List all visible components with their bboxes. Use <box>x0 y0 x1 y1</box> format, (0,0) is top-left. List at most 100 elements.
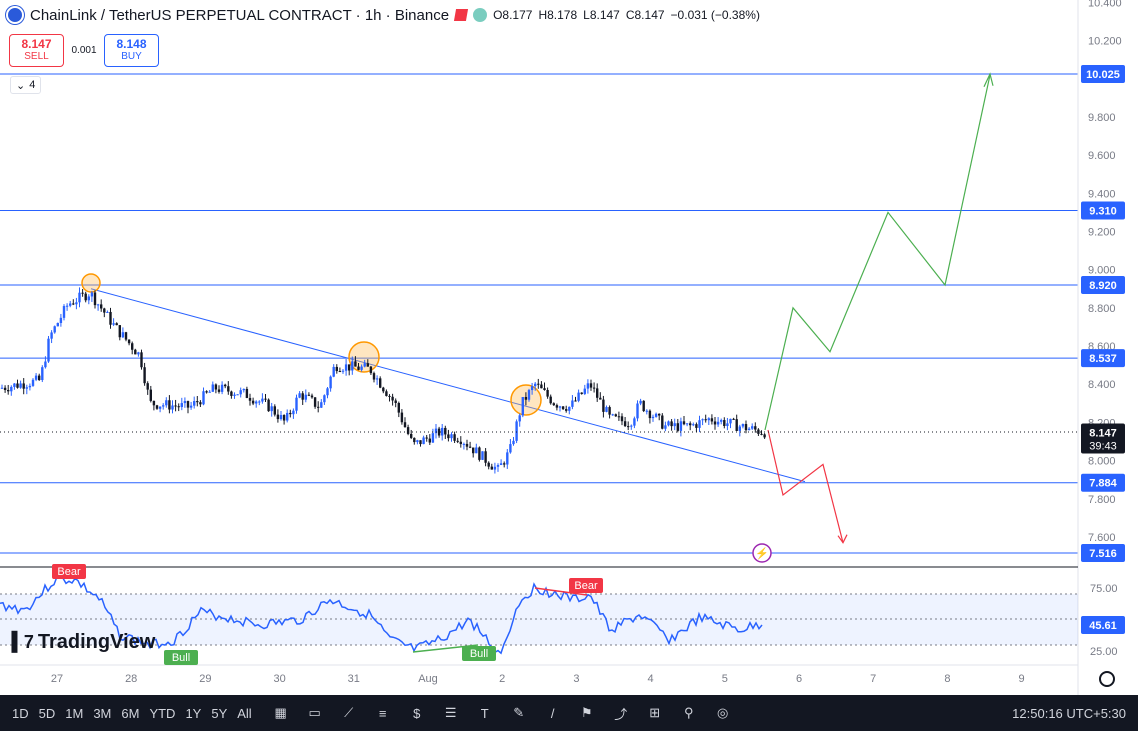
rectangle-icon[interactable]: ▭ <box>304 702 326 724</box>
candle <box>503 461 506 468</box>
range-ytd[interactable]: YTD <box>149 706 175 721</box>
lines-icon[interactable]: ☰ <box>440 702 462 724</box>
candle <box>670 419 673 431</box>
candle <box>267 398 270 412</box>
fib-icon[interactable]: ≡ <box>372 702 394 724</box>
candle <box>627 421 630 431</box>
range-1m[interactable]: 1M <box>65 706 83 721</box>
brush-icon[interactable]: ✎ <box>508 702 530 724</box>
candle <box>431 428 435 444</box>
currency-icon[interactable]: $ <box>406 702 428 724</box>
clock[interactable]: 12:50:16 UTC+5:30 <box>1012 706 1126 721</box>
range-all[interactable]: All <box>237 706 251 721</box>
candle <box>382 386 385 394</box>
range-6m[interactable]: 6M <box>121 706 139 721</box>
candle-body <box>165 400 168 406</box>
candle-body <box>596 388 599 398</box>
candle-body <box>214 384 218 390</box>
calendar-icon[interactable]: ▦ <box>270 702 292 724</box>
price-level-badge: 8.920 <box>1081 275 1125 294</box>
candle-body <box>379 378 382 388</box>
candle-body <box>689 423 692 426</box>
candle-body <box>183 401 187 404</box>
candle-body <box>248 397 252 401</box>
candle-body <box>44 361 47 368</box>
candle <box>372 371 376 383</box>
trendline[interactable] <box>90 288 806 483</box>
candle <box>264 394 267 402</box>
range-1d[interactable]: 1D <box>12 706 29 721</box>
candle <box>552 402 555 406</box>
indicators-toggle[interactable]: ⌄ 4 <box>10 76 42 94</box>
candle-body <box>127 339 131 344</box>
bullish-projection-path[interactable] <box>764 74 991 431</box>
candle-body <box>744 424 748 431</box>
candle <box>437 426 441 438</box>
flag-icon[interactable] <box>454 9 469 21</box>
candle <box>413 437 416 445</box>
candle-body <box>534 383 537 387</box>
candle-body <box>38 375 41 381</box>
range-5d[interactable]: 5D <box>39 706 56 721</box>
candle <box>75 297 78 310</box>
text-icon[interactable]: T <box>474 702 496 724</box>
symbol-title[interactable]: ChainLink / TetherUS PERPETUAL CONTRACT … <box>30 7 449 24</box>
candle <box>468 441 472 449</box>
candle-body <box>574 400 577 402</box>
candle-body <box>738 426 741 431</box>
price-tick-label: 8.000 <box>1088 456 1116 468</box>
path-icon[interactable]: ⤴ <box>610 702 632 724</box>
bearish-projection-path[interactable] <box>767 429 844 543</box>
magic-icon[interactable]: ⚲ <box>678 702 700 724</box>
candle <box>118 325 121 341</box>
sell-button[interactable]: 8.147 SELL <box>9 34 64 67</box>
gear-icon[interactable] <box>1099 671 1115 687</box>
candle-body <box>400 412 404 423</box>
bull-label: Bull <box>462 646 496 661</box>
candle <box>394 398 397 408</box>
candle <box>648 409 652 424</box>
candle-body <box>146 383 149 390</box>
candle-body <box>441 427 444 436</box>
candle-body <box>692 424 695 426</box>
candle-body <box>186 401 190 408</box>
candle <box>434 424 438 439</box>
chevron-down-icon: ⌄ <box>16 79 26 92</box>
flag-icon[interactable]: ⚑ <box>576 702 598 724</box>
candle <box>620 413 624 426</box>
candle-body <box>602 399 605 412</box>
candle-body <box>366 363 369 367</box>
candle <box>710 414 714 425</box>
candle <box>614 413 617 417</box>
volume-icon[interactable]: ⊞ <box>644 702 666 724</box>
candle-body <box>397 402 400 413</box>
range-3m[interactable]: 3M <box>93 706 111 721</box>
candle <box>323 394 326 405</box>
range-1y[interactable]: 1Y <box>185 706 201 721</box>
candle <box>664 421 667 432</box>
price-tick-label: 7.800 <box>1088 494 1116 506</box>
range-5y[interactable]: 5Y <box>211 706 227 721</box>
visibility-icon[interactable] <box>473 8 488 22</box>
line-icon[interactable]: / <box>542 702 564 724</box>
candle-body <box>419 440 422 445</box>
price-chart[interactable]: 10.400 10.200 9.800 9.600 9.400 9.200 9.000 8.8… <box>0 0 1138 695</box>
circle-icon[interactable]: ◎ <box>712 702 734 724</box>
alert-icon[interactable]: ⚡ <box>752 543 772 563</box>
candle-body <box>751 426 754 429</box>
candle-body <box>298 393 301 398</box>
candle-body <box>270 406 273 412</box>
candle-body <box>499 463 503 465</box>
candle <box>3 385 7 393</box>
candle <box>422 435 425 445</box>
candle-body <box>16 383 19 388</box>
candle-body <box>670 421 673 427</box>
candle <box>642 400 645 413</box>
buy-button[interactable]: 8.148 BUY <box>104 34 159 67</box>
price-tick-label: 9.800 <box>1088 112 1116 124</box>
price-level-label: 10.025 <box>1086 69 1120 81</box>
candle <box>481 451 484 461</box>
polyline-icon[interactable]: ⟋ <box>338 702 360 724</box>
candle <box>304 389 307 403</box>
candle <box>19 380 22 389</box>
